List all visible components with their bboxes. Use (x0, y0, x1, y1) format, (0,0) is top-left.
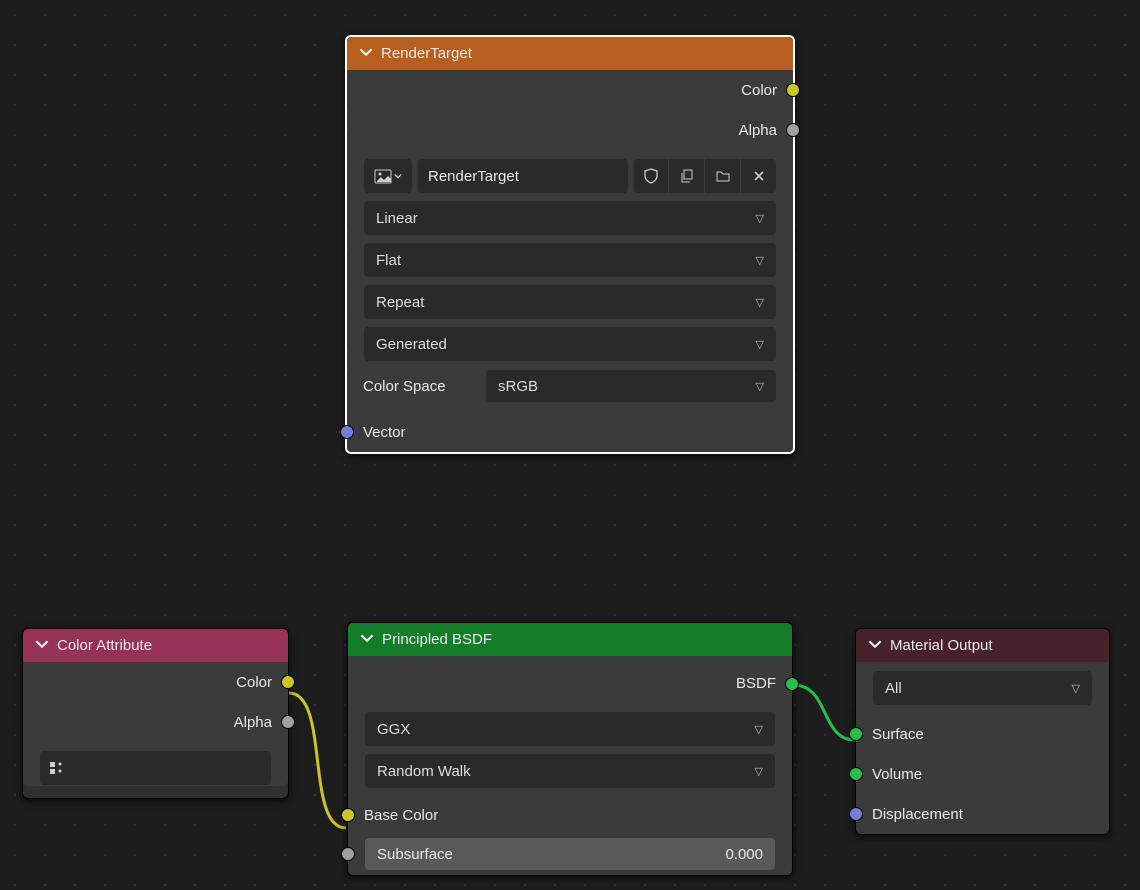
socket-label: Vector (363, 424, 406, 441)
socket-label: Base Color (364, 807, 438, 824)
extension-dropdown[interactable]: Repeat ▽ (363, 284, 777, 320)
image-browse-button[interactable] (363, 158, 413, 194)
chevron-down-icon (394, 172, 402, 180)
node-header[interactable]: Color Attribute (23, 629, 288, 662)
shield-icon (643, 168, 659, 184)
dropdown-value: Flat (376, 252, 401, 269)
fake-user-button[interactable] (633, 158, 669, 194)
chevron-down-icon: ▽ (756, 254, 764, 267)
input-socket-surface[interactable]: Surface (856, 714, 1109, 754)
node-header[interactable]: Material Output (856, 629, 1109, 662)
chevron-down-icon (35, 637, 49, 655)
remove-image-button[interactable] (741, 158, 777, 194)
output-socket-color[interactable]: Color (23, 662, 288, 702)
color-attribute-field[interactable] (39, 750, 272, 786)
node-header[interactable]: RenderTarget (347, 37, 793, 70)
socket-label: Color (236, 674, 272, 691)
chevron-down-icon: ▽ (756, 296, 764, 309)
color-space-label: Color Space (363, 378, 473, 395)
chevron-down-icon: ▽ (755, 765, 763, 778)
socket-dot[interactable] (340, 425, 354, 439)
target-dropdown[interactable]: All ▽ (872, 670, 1093, 706)
chevron-down-icon (868, 637, 882, 655)
input-socket-displacement[interactable]: Displacement (856, 794, 1109, 834)
output-socket-bsdf[interactable]: BSDF (348, 656, 792, 711)
socket-dot[interactable] (786, 83, 800, 97)
close-icon (752, 169, 766, 183)
output-socket-alpha[interactable]: Alpha (347, 110, 793, 150)
socket-dot[interactable] (849, 727, 863, 741)
input-socket-volume[interactable]: Volume (856, 754, 1109, 794)
socket-dot[interactable] (341, 847, 355, 861)
socket-label: Surface (872, 726, 924, 743)
socket-dot[interactable] (785, 677, 799, 691)
dropdown-value: GGX (377, 721, 410, 738)
color-attribute-icon (48, 759, 66, 777)
interpolation-dropdown[interactable]: Linear ▽ (363, 200, 777, 236)
dropdown-value: Random Walk (377, 763, 471, 780)
dropdown-value: sRGB (498, 378, 538, 395)
open-image-button[interactable] (705, 158, 741, 194)
chevron-down-icon: ▽ (755, 723, 763, 736)
socket-dot[interactable] (786, 123, 800, 137)
duplicate-icon (679, 168, 695, 184)
node-title: Material Output (890, 637, 993, 654)
dropdown-value: All (885, 680, 902, 697)
subsurface-method-dropdown[interactable]: Random Walk ▽ (364, 753, 776, 789)
socket-dot[interactable] (849, 767, 863, 781)
dropdown-value: Repeat (376, 294, 424, 311)
socket-label: Displacement (872, 806, 963, 823)
slider-value: 0.000 (725, 846, 763, 863)
chevron-down-icon: ▽ (756, 338, 764, 351)
node-principled-bsdf[interactable]: Principled BSDF BSDF GGX ▽ Random Walk ▽… (347, 622, 793, 876)
chevron-down-icon (360, 631, 374, 649)
input-socket-vector[interactable]: Vector (347, 412, 793, 452)
dropdown-value: Linear (376, 210, 418, 227)
image-name: RenderTarget (428, 168, 519, 185)
node-title: Color Attribute (57, 637, 152, 654)
socket-label: BSDF (736, 675, 776, 692)
socket-dot[interactable] (849, 807, 863, 821)
node-title: Principled BSDF (382, 631, 492, 648)
slider-label: Subsurface (377, 846, 453, 863)
dropdown-value: Generated (376, 336, 447, 353)
projection-dropdown[interactable]: Flat ▽ (363, 242, 777, 278)
socket-label: Volume (872, 766, 922, 783)
node-color-attribute[interactable]: Color Attribute Color Alpha (22, 628, 289, 799)
folder-icon (715, 168, 731, 184)
output-socket-alpha[interactable]: Alpha (23, 702, 288, 742)
socket-label: Alpha (739, 122, 777, 139)
node-header[interactable]: Principled BSDF (348, 623, 792, 656)
chevron-down-icon: ▽ (1072, 682, 1080, 695)
socket-dot[interactable] (281, 715, 295, 729)
chevron-down-icon: ▽ (756, 212, 764, 225)
input-socket-subsurface[interactable]: Subsurface 0.000 (348, 833, 792, 875)
color-space-dropdown[interactable]: sRGB ▽ (485, 369, 777, 403)
distribution-dropdown[interactable]: GGX ▽ (364, 711, 776, 747)
socket-dot[interactable] (341, 808, 355, 822)
chevron-down-icon (359, 45, 373, 63)
image-icon (374, 169, 392, 184)
node-image-texture[interactable]: RenderTarget Color Alpha Re (345, 35, 795, 454)
unlink-button[interactable] (669, 158, 705, 194)
subsurface-slider[interactable]: Subsurface 0.000 (364, 837, 776, 871)
input-socket-base-color[interactable]: Base Color (348, 797, 792, 833)
output-socket-color[interactable]: Color (347, 70, 793, 110)
socket-dot[interactable] (281, 675, 295, 689)
coords-dropdown[interactable]: Generated ▽ (363, 326, 777, 362)
node-material-output[interactable]: Material Output All ▽ Surface Volume Dis… (855, 628, 1110, 835)
chevron-down-icon: ▽ (756, 380, 764, 393)
socket-label: Color (741, 82, 777, 99)
socket-label: Alpha (234, 714, 272, 731)
image-name-field[interactable]: RenderTarget (417, 158, 629, 194)
node-title: RenderTarget (381, 45, 472, 62)
